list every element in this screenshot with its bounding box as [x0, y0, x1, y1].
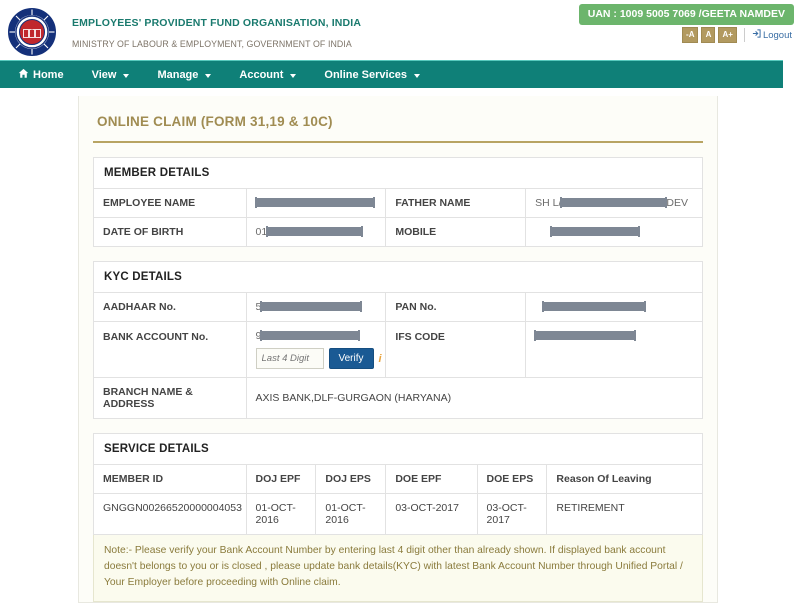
site-header: EMPLOYEES' PROVIDENT FUND ORGANISATION, …	[0, 0, 800, 60]
value-employee-name	[246, 189, 387, 218]
value-branch-name-address: AXIS BANK,DLF-GURGAON (HARYANA)	[246, 377, 702, 419]
value-pan-no	[525, 293, 702, 322]
chevron-down-icon	[290, 73, 297, 78]
nav-item-account[interactable]: Account	[225, 61, 310, 89]
redaction-bar	[260, 329, 361, 341]
column-doj-eps: DOJ EPS	[315, 465, 387, 494]
chevron-down-icon	[123, 73, 130, 78]
redaction-bar	[542, 300, 647, 312]
redaction-bar	[266, 225, 364, 237]
verify-controls: Verify i	[255, 348, 382, 369]
header-tools: -A A A+ Logout	[682, 27, 792, 43]
label-date-of-birth: DATE OF BIRTH	[94, 217, 247, 247]
chevron-down-icon	[413, 73, 420, 78]
toolbar-divider	[743, 28, 745, 42]
cell-doe-eps: 03-OCT-2017	[477, 493, 548, 535]
label-employee-name: EMPLOYEE NAME	[94, 189, 247, 218]
redaction-bar	[560, 196, 668, 208]
column-member-id: MEMBER ID	[94, 465, 247, 494]
nav-label-manage: Manage	[157, 68, 199, 81]
nav-item-manage[interactable]: Manage	[143, 61, 225, 89]
redaction-bar	[534, 329, 637, 341]
nav-item-view[interactable]: View	[78, 61, 144, 89]
font-decrease-button[interactable]: -A	[682, 27, 699, 43]
value-prefix: SH L/	[535, 197, 562, 209]
value-ifs-code	[525, 321, 702, 378]
nav-label-view: View	[91, 68, 117, 81]
label-ifs-code: IFS CODE	[385, 321, 527, 378]
epfo-emblem-icon	[8, 8, 56, 56]
table-row: DATE OF BIRTH 01 MOBILE	[94, 217, 702, 247]
label-mobile: MOBILE	[385, 217, 527, 247]
page-title: ONLINE CLAIM (FORM 31,19 & 10C)	[93, 96, 703, 143]
service-details-heading: SERVICE DETAILS	[94, 434, 702, 465]
value-aadhaar-no: 5	[246, 293, 387, 322]
redaction-bar	[550, 225, 641, 237]
table-row: EMPLOYEE NAME FATHER NAME SH L/DEV	[94, 189, 702, 218]
org-title: EMPLOYEES' PROVIDENT FUND ORGANISATION, …	[72, 17, 362, 29]
online-claim-panel: ONLINE CLAIM (FORM 31,19 & 10C) MEMBER D…	[78, 96, 718, 603]
column-doe-eps: DOE EPS	[477, 465, 548, 494]
kyc-details-heading: KYC DETAILS	[94, 262, 702, 293]
kyc-details-table: AADHAAR No. 5 PAN No. BANK ACCOUNT No. 9	[94, 293, 702, 419]
nav-item-home[interactable]: Home	[14, 61, 78, 89]
cell-doe-epf: 03-OCT-2017	[385, 493, 478, 535]
label-aadhaar-no: AADHAAR No.	[94, 293, 247, 322]
cell-reason-of-leaving: RETIREMENT	[546, 493, 702, 535]
table-row: BRANCH NAME & ADDRESS AXIS BANK,DLF-GURG…	[94, 377, 702, 419]
column-doe-epf: DOE EPF	[385, 465, 478, 494]
bank-verification-note: Note:- Please verify your Bank Account N…	[93, 535, 703, 602]
column-doj-epf: DOJ EPF	[246, 465, 317, 494]
service-details-table: MEMBER ID DOJ EPF DOJ EPS DOE EPF DOE EP…	[94, 465, 702, 535]
redaction-bar	[260, 300, 363, 312]
member-details-table: EMPLOYEE NAME FATHER NAME SH L/DEV DATE …	[94, 189, 702, 247]
value-mobile	[525, 217, 702, 247]
member-details-section: MEMBER DETAILS EMPLOYEE NAME FATHER NAME…	[93, 157, 703, 247]
cell-member-id: GNGGN00266520000004053	[94, 493, 247, 535]
font-normal-button[interactable]: A	[701, 27, 716, 43]
cell-doj-eps: 01-OCT-2016	[315, 493, 387, 535]
table-row: BANK ACCOUNT No. 9 Verify i IFS CODE	[94, 321, 702, 378]
member-details-heading: MEMBER DETAILS	[94, 158, 702, 189]
label-father-name: FATHER NAME	[385, 189, 527, 218]
nav-label-account: Account	[239, 68, 284, 81]
org-subtitle: MINISTRY OF LABOUR & EMPLOYMENT, GOVERNM…	[72, 39, 352, 49]
logout-link[interactable]: Logout	[752, 29, 792, 41]
logout-label: Logout	[762, 29, 792, 41]
value-suffix: DEV	[666, 197, 689, 209]
table-row: GNGGN00266520000004053 01-OCT-2016 01-OC…	[94, 493, 702, 535]
table-row: AADHAAR No. 5 PAN No.	[94, 293, 702, 322]
table-header-row: MEMBER ID DOJ EPF DOJ EPS DOE EPF DOE EP…	[94, 465, 702, 494]
kyc-details-section: KYC DETAILS AADHAAR No. 5 PAN No. BANK A…	[93, 261, 703, 419]
last-4-digit-input[interactable]	[255, 348, 324, 369]
uan-badge: UAN : 1009 5005 7069 /GEETA NAMDEV	[578, 4, 794, 25]
nav-item-online-services[interactable]: Online Services	[310, 61, 434, 89]
org-titles: EMPLOYEES' PROVIDENT FUND ORGANISATION, …	[72, 17, 361, 49]
nav-label-online-services: Online Services	[324, 68, 407, 81]
column-reason-of-leaving: Reason Of Leaving	[546, 465, 702, 494]
value-bank-account-no: 9 Verify i	[246, 321, 387, 378]
home-icon	[18, 68, 29, 82]
label-pan-no: PAN No.	[385, 293, 527, 322]
verify-button[interactable]: Verify	[328, 348, 374, 369]
logout-icon	[752, 29, 761, 41]
label-branch-name-address: BRANCH NAME & ADDRESS	[94, 377, 247, 419]
cell-doj-epf: 01-OCT-2016	[246, 493, 317, 535]
info-icon[interactable]: i	[379, 353, 382, 365]
redaction-bar	[254, 196, 375, 208]
value-father-name: SH L/DEV	[525, 189, 702, 218]
service-details-section: SERVICE DETAILS MEMBER ID DOJ EPF DOJ EP…	[93, 433, 703, 535]
value-date-of-birth: 01	[246, 217, 387, 247]
font-increase-button[interactable]: A+	[718, 27, 737, 43]
nav-label-home: Home	[33, 68, 64, 81]
label-bank-account-no: BANK ACCOUNT No.	[94, 321, 247, 378]
chevron-down-icon	[205, 73, 212, 78]
main-navbar: Home View Manage Account Online Services	[0, 60, 783, 88]
